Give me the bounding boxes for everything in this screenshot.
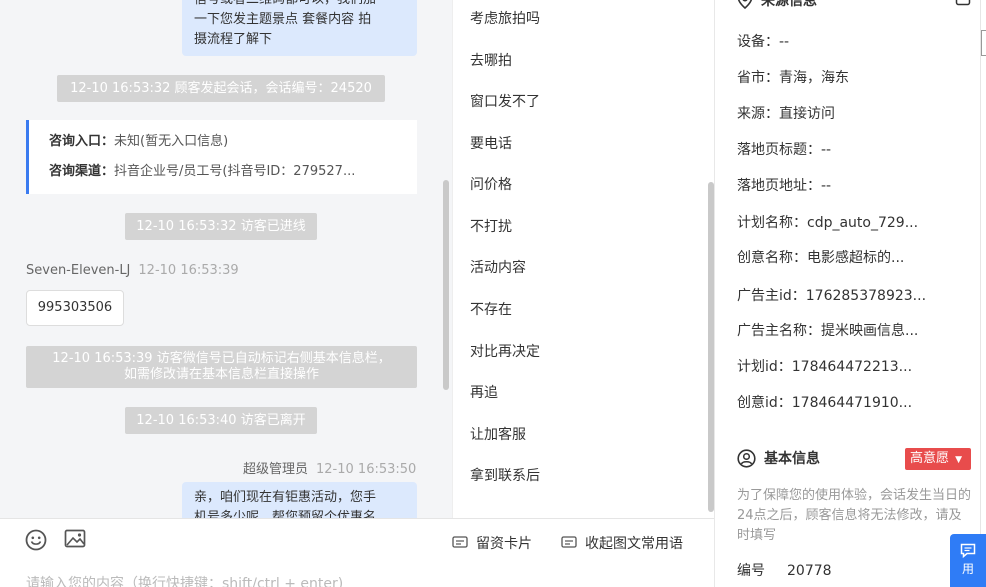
quick-reply-item[interactable]: 拿到联系后 — [470, 465, 540, 485]
system-message-entered: 12-10 16:53:32 访客已进线 — [125, 213, 317, 240]
admin-name: 超级管理员 — [243, 462, 309, 477]
info-plan-name: 计划名称：cdp_auto_729... — [737, 215, 919, 231]
admin-sender-row: 超级管理员 12-10 16:53:50 — [243, 458, 416, 477]
message-line: 信号或者二维码都可以，我们加 — [194, 0, 405, 10]
admin-message-bubble: 亲，咱们现在有钜惠活动，您手 机号多少呢，帮您预留个优惠名 — [182, 482, 417, 518]
emoji-icon[interactable] — [25, 529, 47, 551]
floating-help-button[interactable]: 用 — [950, 534, 986, 587]
lead-card-button[interactable]: 留资卡片 — [452, 533, 532, 553]
quick-reply-item[interactable]: 不打扰 — [470, 216, 512, 236]
collapse-handle[interactable] — [981, 30, 986, 56]
quick-reply-item[interactable]: 让加客服 — [470, 424, 526, 444]
basic-info-header: 基本信息 — [737, 448, 820, 468]
info-panel: 来源信息 设备：-- 省市：青海，海东 来源：直接访问 落地页标题：-- 落地页… — [715, 0, 980, 587]
floating-button-label: 用 — [961, 562, 974, 576]
info-creative-name: 创意名称：电影感超标的... — [737, 250, 905, 266]
quick-reply-item[interactable]: 去哪拍 — [470, 50, 512, 70]
phrases-icon — [561, 536, 577, 548]
source-info-header: 来源信息 — [737, 0, 817, 10]
info-province: 省市：青海，海东 — [737, 70, 849, 86]
info-advertiser-name: 广告主名称：提米映画信息... — [737, 323, 919, 339]
visitor-time: 12-10 16:53:39 — [138, 263, 239, 278]
quick-reply-item[interactable]: 要电话 — [470, 133, 512, 153]
info-device: 设备：-- — [737, 34, 790, 50]
intent-badge-label: 高意愿 — [910, 451, 950, 466]
lead-card-label: 留资卡片 — [476, 536, 532, 552]
system-message-line: 12-10 16:53:39 访客微信号已自动标记右侧基本信息栏， — [52, 351, 391, 366]
info-plan-id: 计划id：178464472213... — [737, 359, 913, 375]
system-message-left: 12-10 16:53:40 访客已离开 — [125, 407, 317, 434]
agent-message-bubble: 信号或者二维码都可以，我们加 一下您发主题景点 套餐内容 拍 摄流程了解下 — [182, 0, 417, 56]
info-source: 来源：直接访问 — [737, 106, 835, 122]
message-line: 机号多少呢，帮您预留个优惠名 — [194, 510, 377, 518]
quick-reply-item[interactable]: 活动内容 — [470, 257, 526, 277]
quick-reply-item[interactable]: 问价格 — [470, 174, 512, 194]
quick-reply-item[interactable]: 不存在 — [470, 299, 512, 319]
collapse-phrases-label: 收起图文常用语 — [585, 536, 683, 552]
consult-entry-value: 未知(暂无入口信息) — [114, 134, 229, 149]
right-edge-strip — [980, 0, 986, 587]
info-landing-url: 落地页地址：-- — [737, 178, 832, 194]
message-line: 一下您发主题景点 套餐内容 拍 — [194, 12, 372, 27]
serial-value: 20778 — [787, 563, 832, 579]
serial-label: 编号 — [737, 563, 765, 579]
user-icon — [737, 448, 756, 468]
message-line: 摄流程了解下 — [194, 32, 273, 47]
consult-info-card: 咨询入口：未知(暂无入口信息) 咨询渠道：抖音企业号/员工号(抖音号ID：279… — [26, 120, 417, 194]
chat-bubble-icon — [960, 543, 976, 559]
quick-reply-item[interactable]: 再追 — [470, 382, 498, 402]
visitor-sender-row: Seven-Eleven-LJ 12-10 16:53:39 — [26, 263, 239, 278]
info-landing-title: 落地页标题：-- — [737, 142, 832, 158]
consult-entry-label: 咨询入口： — [49, 134, 115, 149]
quick-reply-list: 考虑旅拍吗 去哪拍 窗口发不了 要电话 问价格 不打扰 活动内容 不存在 对比再… — [452, 0, 716, 518]
system-message-line: 如需修改请在基本信息栏直接操作 — [123, 367, 319, 382]
source-info-title: 来源信息 — [761, 0, 817, 9]
quick-reply-item[interactable]: 考虑旅拍吗 — [470, 8, 540, 28]
chat-panel: 信号或者二维码都可以，我们加 一下您发主题景点 套餐内容 拍 摄流程了解下 12… — [0, 0, 452, 518]
basic-info-title: 基本信息 — [764, 451, 820, 467]
consult-channel-label: 咨询渠道： — [49, 164, 115, 179]
edit-icon[interactable] — [955, 0, 971, 6]
info-creative-id: 创意id：178464471910... — [737, 395, 913, 411]
consult-channel-row: 咨询渠道：抖音企业号/员工号(抖音号ID：279527... — [49, 162, 397, 182]
chat-scrollbar[interactable] — [443, 180, 449, 390]
admin-time: 12-10 16:53:50 — [316, 462, 417, 477]
location-icon — [737, 0, 753, 9]
collapse-phrases-button[interactable]: 收起图文常用语 — [561, 533, 683, 553]
image-icon[interactable] — [64, 528, 86, 550]
consult-channel-value: 抖音企业号/员工号(抖音号ID：279527... — [114, 164, 356, 179]
message-input-area: 留资卡片 收起图文常用语 请输入您的内容（换行快捷键：shift/ctrl + … — [0, 518, 714, 587]
quick-reply-item[interactable]: 对比再决定 — [470, 341, 540, 361]
caret-down-icon: ▼ — [955, 455, 963, 465]
visitor-name: Seven-Eleven-LJ — [26, 263, 131, 278]
info-serial-row: 编号 20778 — [737, 560, 832, 580]
intent-badge[interactable]: 高意愿 ▼ — [905, 448, 971, 470]
card-icon — [452, 536, 468, 548]
system-message-start: 12-10 16:53:32 顾客发起会话，会话编号：24520 — [57, 75, 385, 102]
system-message-wechat: 12-10 16:53:39 访客微信号已自动标记右侧基本信息栏， 如需修改请在… — [26, 346, 417, 388]
edit-notice: 为了保障您的使用体验，会话发生当日的24点之后，顾客信息将无法修改，请及时填写 — [737, 488, 972, 543]
consult-entry-row: 咨询入口：未知(暂无入口信息) — [49, 132, 397, 152]
visitor-message-bubble: 995303506 — [26, 290, 124, 326]
info-advertiser-id: 广告主id：176285378923... — [737, 288, 927, 304]
message-input[interactable]: 请输入您的内容（换行快捷键：shift/ctrl + enter) — [26, 573, 343, 587]
message-line: 亲，咱们现在有钜惠活动，您手 — [194, 490, 377, 505]
quick-reply-item[interactable]: 窗口发不了 — [470, 91, 540, 111]
